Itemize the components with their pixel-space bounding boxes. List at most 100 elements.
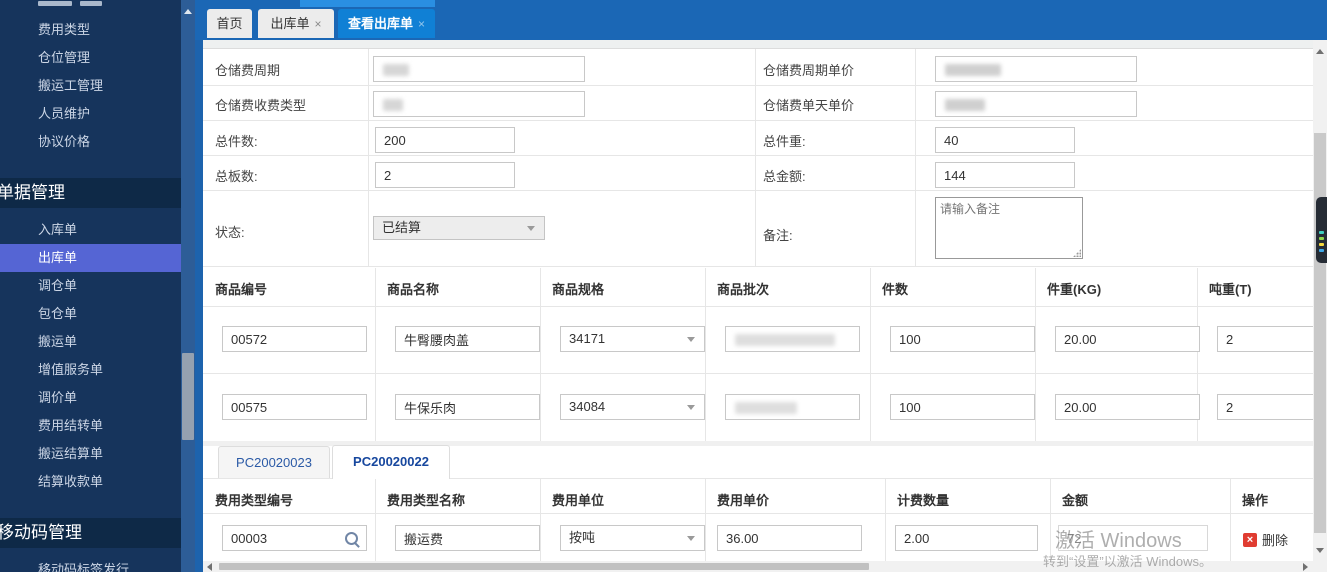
product-qty-input[interactable] bbox=[890, 326, 1035, 352]
scroll-up-icon[interactable] bbox=[1316, 49, 1324, 54]
col-header-product-name: 商品名称 bbox=[387, 282, 440, 297]
total-weight-input[interactable] bbox=[935, 127, 1075, 153]
sidebar-item-transfer[interactable]: 调仓单 bbox=[0, 272, 181, 300]
status-select[interactable]: 已结算 bbox=[373, 216, 545, 240]
divider bbox=[1050, 479, 1051, 561]
divider bbox=[203, 190, 1313, 191]
fee-code-input[interactable] bbox=[223, 526, 344, 550]
divider bbox=[203, 266, 1313, 267]
total-boards-input[interactable] bbox=[375, 162, 515, 188]
sidebar-item-mobile-label[interactable]: 移动码标签发行 bbox=[0, 556, 181, 572]
product-spec-select[interactable]: 34171 bbox=[560, 326, 705, 352]
label-remark: 备注: bbox=[763, 228, 793, 243]
product-tons-input[interactable] bbox=[1217, 326, 1313, 352]
sidebar-item-inbound[interactable]: 入库单 bbox=[0, 216, 181, 244]
sidebar-item-reprice[interactable]: 调价单 bbox=[0, 384, 181, 412]
fee-code-field[interactable] bbox=[222, 525, 367, 551]
sidebar-item-haulage-settle[interactable]: 搬运结算单 bbox=[0, 440, 181, 468]
divider bbox=[705, 479, 706, 561]
product-batch-field[interactable] bbox=[725, 326, 860, 352]
sidebar-item-package[interactable]: 包仓单 bbox=[0, 300, 181, 328]
fee-unit-select[interactable]: 按吨 bbox=[560, 525, 705, 551]
main-vertical-scrollbar-thumb[interactable] bbox=[1314, 133, 1326, 533]
label-total-weight: 总件重: bbox=[763, 134, 806, 149]
delete-label: 删除 bbox=[1262, 533, 1289, 548]
sidebar-section-mobile-code[interactable]: 移动码管理 bbox=[0, 518, 181, 548]
status-select-value: 已结算 bbox=[382, 220, 422, 235]
tab-view-outbound[interactable]: 查看出库单 × bbox=[338, 9, 435, 38]
scroll-left-icon[interactable] bbox=[207, 563, 212, 571]
fee-qty-input[interactable] bbox=[895, 525, 1038, 551]
product-qty-input[interactable] bbox=[890, 394, 1035, 420]
fee-price-input[interactable] bbox=[717, 525, 862, 551]
divider bbox=[375, 268, 376, 441]
product-code-input[interactable] bbox=[222, 326, 367, 352]
total-amount-input[interactable] bbox=[935, 162, 1075, 188]
delete-row-button[interactable]: × 删除 bbox=[1243, 530, 1288, 549]
storage-day-price-field[interactable] bbox=[935, 91, 1137, 117]
divider bbox=[203, 155, 1313, 156]
menu-highlight-fragment bbox=[300, 0, 435, 7]
divider bbox=[203, 85, 1313, 86]
storage-cycle-field[interactable] bbox=[373, 56, 585, 82]
sidebar-item-outbound-selected[interactable]: 出库单 bbox=[0, 244, 181, 272]
divider bbox=[870, 268, 871, 441]
col-header-fee-name: 费用类型名称 bbox=[387, 493, 466, 508]
sidebar-item-settle-receipt[interactable]: 结算收款单 bbox=[0, 468, 181, 496]
sidebar-scrollbar[interactable] bbox=[181, 0, 195, 572]
product-spec-value: 34084 bbox=[569, 399, 606, 414]
sidebar-section-docs[interactable]: 单据管理 bbox=[0, 178, 181, 208]
product-batch-field[interactable] bbox=[725, 394, 860, 420]
divider bbox=[915, 49, 916, 266]
close-icon[interactable]: × bbox=[315, 17, 322, 31]
sidebar-item-partial bbox=[38, 0, 138, 7]
storage-cycle-price-field[interactable] bbox=[935, 56, 1137, 82]
sidebar-item-porter-mgmt[interactable]: 搬运工管理 bbox=[0, 72, 181, 100]
fee-tab-pc20020023[interactable]: PC20020023 bbox=[218, 446, 330, 478]
sidebar-item-fee-carryover[interactable]: 费用结转单 bbox=[0, 412, 181, 440]
col-header-actions: 操作 bbox=[1242, 493, 1269, 508]
storage-fee-type-field[interactable] bbox=[373, 91, 585, 117]
sidebar-item-value-added[interactable]: 增值服务单 bbox=[0, 356, 181, 384]
search-icon[interactable] bbox=[345, 532, 358, 545]
remark-textarea[interactable] bbox=[935, 197, 1083, 259]
fee-name-input[interactable] bbox=[395, 525, 540, 551]
sidebar-item-protocol-price[interactable]: 协议价格 bbox=[0, 128, 181, 156]
col-header-fee-unit: 费用单位 bbox=[552, 493, 605, 508]
close-icon[interactable]: × bbox=[418, 17, 425, 31]
outbound-detail-panel: 仓储费周期 仓储费周期单价 仓储费收费类型 仓储费单天单价 总件数: 总件重: … bbox=[203, 48, 1313, 561]
col-header-fee-amount: 金额 bbox=[1062, 493, 1089, 508]
tab-outbound-label: 出库单 bbox=[270, 16, 310, 31]
chevron-down-icon bbox=[527, 226, 535, 231]
sidebar-scrollbar-thumb[interactable] bbox=[182, 353, 194, 440]
divider bbox=[375, 479, 376, 561]
sidebar-item-bin-mgmt[interactable]: 仓位管理 bbox=[0, 44, 181, 72]
product-weight-input[interactable] bbox=[1055, 394, 1200, 420]
content-left-edge bbox=[195, 40, 203, 572]
app-root: 费用类型 仓位管理 搬运工管理 人员维护 协议价格 单据管理 入库单 出库单 调… bbox=[0, 0, 1327, 572]
edge-overlay-widget[interactable] bbox=[1316, 197, 1327, 263]
product-name-input[interactable] bbox=[395, 326, 540, 352]
scroll-down-icon[interactable] bbox=[1316, 548, 1324, 553]
product-spec-select[interactable]: 34084 bbox=[560, 394, 705, 420]
product-tons-input[interactable] bbox=[1217, 394, 1313, 420]
total-pieces-input[interactable] bbox=[375, 127, 515, 153]
tab-home-label: 首页 bbox=[216, 16, 243, 31]
tab-outbound[interactable]: 出库单 × bbox=[258, 9, 334, 38]
sidebar-scroll-up-icon[interactable] bbox=[184, 9, 192, 14]
main-horizontal-scrollbar-thumb[interactable] bbox=[219, 563, 869, 570]
product-name-input[interactable] bbox=[395, 394, 540, 420]
col-header-product-code: 商品编号 bbox=[215, 282, 268, 297]
scroll-right-icon[interactable] bbox=[1303, 563, 1308, 571]
product-weight-input[interactable] bbox=[1055, 326, 1200, 352]
product-code-input[interactable] bbox=[222, 394, 367, 420]
sidebar-item-personnel[interactable]: 人员维护 bbox=[0, 100, 181, 128]
divider bbox=[705, 268, 706, 441]
fee-amount-input[interactable] bbox=[1058, 525, 1208, 551]
sidebar-item-haulage[interactable]: 搬运单 bbox=[0, 328, 181, 356]
fee-tab-pc20020022-active[interactable]: PC20020022 bbox=[332, 445, 450, 479]
label-storage-cycle: 仓储费周期 bbox=[215, 63, 281, 78]
sidebar-item-fee-type[interactable]: 费用类型 bbox=[0, 16, 181, 44]
label-total-pieces: 总件数: bbox=[215, 134, 258, 149]
tab-home[interactable]: 首页 bbox=[207, 9, 252, 38]
